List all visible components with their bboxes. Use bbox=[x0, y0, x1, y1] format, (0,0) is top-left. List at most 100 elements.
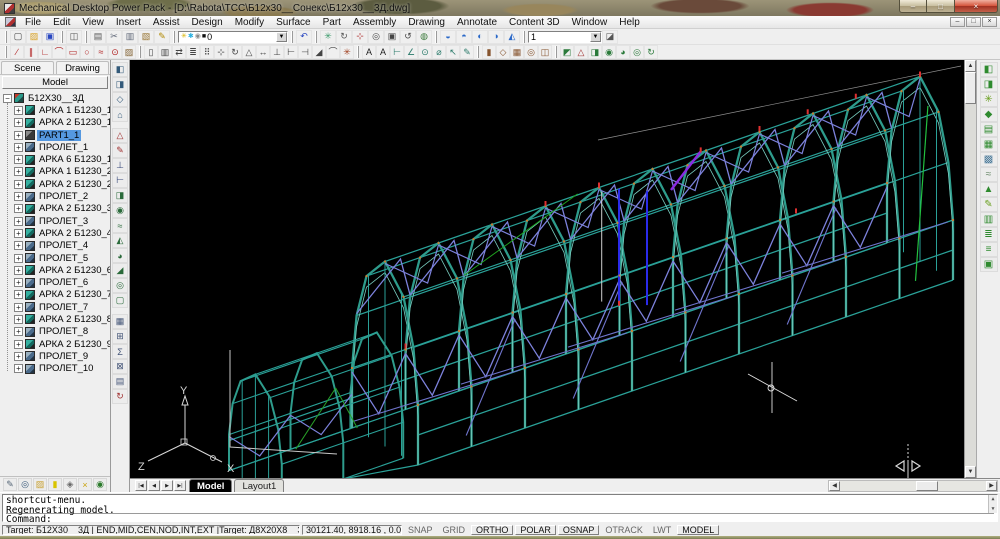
meet-now-button[interactable]: ◐ bbox=[472, 30, 488, 44]
open-button[interactable]: ▨ bbox=[26, 30, 42, 44]
first-tab-button[interactable]: |◀ bbox=[135, 480, 147, 491]
extend-button[interactable]: ⊢ bbox=[284, 45, 298, 59]
expand-toggle[interactable]: + bbox=[14, 327, 23, 336]
view-iso-button[interactable]: ◇ bbox=[112, 92, 128, 107]
extrude-feature-button[interactable]: ◨ bbox=[112, 188, 128, 203]
tree-item-арка-1-б1230-1[interactable]: +АРКА 1 Б1230_1 bbox=[0, 104, 110, 116]
break-button[interactable]: ⊣ bbox=[298, 45, 312, 59]
menu-modify[interactable]: Modify bbox=[229, 17, 270, 28]
chamfer-feature-button[interactable]: ◢ bbox=[112, 263, 128, 278]
expand-toggle[interactable]: + bbox=[14, 217, 23, 226]
minimize-button[interactable]: – bbox=[899, 0, 927, 13]
revolve-button[interactable]: ◉ bbox=[602, 45, 616, 59]
menu-annotate[interactable]: Annotate bbox=[451, 17, 503, 28]
materials-library-button[interactable]: ▤ bbox=[980, 122, 998, 137]
expand-toggle[interactable]: + bbox=[14, 364, 23, 373]
desktop-annotate-button[interactable]: × bbox=[78, 478, 92, 491]
vscroll-thumb[interactable] bbox=[965, 72, 976, 104]
expand-toggle[interactable]: + bbox=[14, 254, 23, 263]
rectangle-button[interactable]: ▭ bbox=[66, 45, 80, 59]
tree-item-part1-1[interactable]: +PART1_1 bbox=[0, 129, 110, 141]
combine-button[interactable]: ⊞ bbox=[112, 329, 128, 344]
style-combo[interactable]: 1▼ bbox=[528, 31, 602, 43]
expand-toggle[interactable]: − bbox=[3, 94, 12, 103]
paste-button[interactable]: ▧ bbox=[138, 30, 154, 44]
tree-item-пролет-9[interactable]: +ПРОЛЕТ_9 bbox=[0, 350, 110, 362]
sketch-button[interactable]: ✎ bbox=[112, 143, 128, 158]
publish-to-web-button[interactable]: ◑ bbox=[488, 30, 504, 44]
mtext-button[interactable]: A bbox=[376, 45, 390, 59]
materials-button[interactable]: ◆ bbox=[980, 107, 998, 122]
layer-combo[interactable]: ✳✱◉■0▼ bbox=[178, 31, 288, 43]
chevron-down-icon[interactable]: ▼ bbox=[590, 32, 601, 42]
tree-item-пролет-5[interactable]: +ПРОЛЕТ_5 bbox=[0, 252, 110, 264]
today-button[interactable]: ◒ bbox=[440, 30, 456, 44]
stretch-button[interactable]: ↔ bbox=[256, 45, 270, 59]
hole-feature-button[interactable]: ◎ bbox=[112, 278, 128, 293]
named-views-button[interactable]: ⌂ bbox=[112, 107, 128, 122]
tree-item-арка-2-б1230-9[interactable]: +АРКА 2 Б1230_9 bbox=[0, 338, 110, 350]
layout-tab-model[interactable]: Model bbox=[189, 479, 232, 492]
expand-toggle[interactable]: + bbox=[14, 315, 23, 324]
command-window[interactable]: shortcut-menu. Regenerating model. Comma… bbox=[2, 494, 998, 522]
osnap-toggle[interactable]: OSNAP bbox=[558, 525, 600, 535]
tab-model[interactable]: Model bbox=[2, 76, 108, 89]
tree-item-пролет-2[interactable]: +ПРОЛЕТ_2 bbox=[0, 190, 110, 202]
profile-sketch-button[interactable]: △ bbox=[112, 128, 128, 143]
command-prompt[interactable]: Command: bbox=[6, 514, 994, 525]
tree-item-пролет-8[interactable]: +ПРОЛЕТ_8 bbox=[0, 326, 110, 338]
landscape-edit-button[interactable]: ✎ bbox=[980, 197, 998, 212]
zoom-realtime-button[interactable]: ◎ bbox=[368, 30, 384, 44]
match-properties-button[interactable]: ✎ bbox=[154, 30, 170, 44]
landscape-new-button[interactable]: ▲ bbox=[980, 182, 998, 197]
hscroll-track[interactable] bbox=[938, 481, 986, 491]
plot-preview-button[interactable]: ◫ bbox=[66, 30, 82, 44]
expand-toggle[interactable]: + bbox=[14, 340, 23, 349]
arc-button[interactable]: ⌒ bbox=[52, 45, 66, 59]
desktop-web-button[interactable]: ◉ bbox=[93, 478, 107, 491]
shell-feature-button[interactable]: ▢ bbox=[112, 293, 128, 308]
expand-toggle[interactable]: + bbox=[14, 352, 23, 361]
mapping-button[interactable]: ▦ bbox=[980, 137, 998, 152]
cut-button[interactable]: ✂ bbox=[106, 30, 122, 44]
revolve-feature-button[interactable]: ◉ bbox=[112, 203, 128, 218]
dim-aligned-button[interactable]: ∠ bbox=[404, 45, 418, 59]
fog-button[interactable]: ≈ bbox=[980, 167, 998, 182]
snap-toggle[interactable]: SNAP bbox=[404, 525, 437, 535]
desktop-find-button[interactable]: ◎ bbox=[18, 478, 32, 491]
tree-item-арка-2-б1230-2[interactable]: +АРКА 2 Б1230_2 bbox=[0, 178, 110, 190]
menu-part[interactable]: Part bbox=[317, 17, 347, 28]
loft-feature-button[interactable]: ◭ bbox=[112, 233, 128, 248]
view-front-button[interactable]: ◨ bbox=[112, 77, 128, 92]
expand-toggle[interactable]: + bbox=[14, 229, 23, 238]
etransmit-button[interactable]: ◭ bbox=[504, 30, 520, 44]
ellipse-button[interactable]: ⊙ bbox=[108, 45, 122, 59]
scroll-down-button[interactable]: ▼ bbox=[965, 466, 976, 478]
view-top-button[interactable]: ◧ bbox=[112, 62, 128, 77]
pan-button[interactable]: ⊹ bbox=[352, 30, 368, 44]
tree-item-пролет-1[interactable]: +ПРОЛЕТ_1 bbox=[0, 141, 110, 153]
mirror-button[interactable]: ⇄ bbox=[172, 45, 186, 59]
expand-toggle[interactable]: + bbox=[14, 143, 23, 152]
expand-toggle[interactable]: + bbox=[14, 167, 23, 176]
layout-tab-layout1[interactable]: Layout1 bbox=[234, 479, 284, 492]
print-button[interactable]: ▤ bbox=[90, 30, 106, 44]
power-dimension-button[interactable]: ⊢ bbox=[112, 173, 128, 188]
menu-insert[interactable]: Insert bbox=[110, 17, 147, 28]
redraw-button[interactable]: ✳ bbox=[320, 30, 336, 44]
tree-item-б12х30-3д[interactable]: −Б12Х30__3Д bbox=[0, 92, 110, 104]
new-drawing-button[interactable]: ▢ bbox=[10, 30, 26, 44]
update-part-button[interactable]: ↻ bbox=[644, 45, 658, 59]
tree-item-арка-2-б1230-7[interactable]: +АРКА 2 Б1230_7 bbox=[0, 289, 110, 301]
orbit-3d-button[interactable]: ◍ bbox=[416, 30, 432, 44]
shade-toggle-button[interactable]: ◪ bbox=[602, 30, 618, 44]
scenes-button[interactable]: ◨ bbox=[980, 77, 998, 92]
spline-button[interactable]: ≈ bbox=[94, 45, 108, 59]
render-button[interactable]: ◧ bbox=[980, 62, 998, 77]
tree-item-пролет-7[interactable]: +ПРОЛЕТ_7 bbox=[0, 301, 110, 313]
polyline-button[interactable]: ∟ bbox=[38, 45, 52, 59]
erase-button[interactable]: ▯ bbox=[144, 45, 158, 59]
text-button[interactable]: A bbox=[362, 45, 376, 59]
dim-diameter-button[interactable]: ⌀ bbox=[432, 45, 446, 59]
fillet-feature-button[interactable]: ◕ bbox=[112, 248, 128, 263]
